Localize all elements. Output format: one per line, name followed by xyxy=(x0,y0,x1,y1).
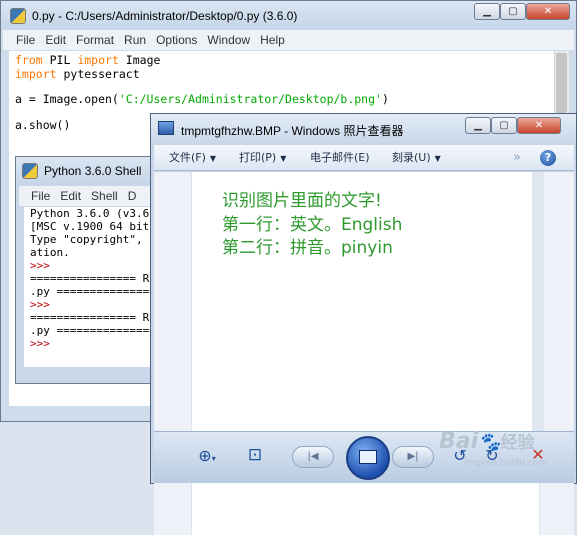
menu-format[interactable]: Format xyxy=(71,30,119,50)
shell-output[interactable]: Python 3.6.0 (v3.6 [MSC v.1900 64 bit Ty… xyxy=(24,207,165,367)
python-shell-icon xyxy=(22,163,38,179)
previous-button[interactable]: |◀ xyxy=(292,446,334,468)
baidu-watermark: Bai🐾经验 xyxy=(439,429,535,454)
editor-titlebar[interactable]: 0.py - C:/Users/Administrator/Desktop/0.… xyxy=(1,1,576,30)
slideshow-icon xyxy=(359,450,377,464)
shell-line: ation. xyxy=(30,246,70,259)
code-line: import pytesseract xyxy=(15,67,140,81)
chevron-down-icon: ▼ xyxy=(280,154,287,163)
editor-title: 0.py - C:/Users/Administrator/Desktop/0.… xyxy=(32,9,298,23)
zoom-icon[interactable]: ⊕▾ xyxy=(190,446,224,465)
image-text-line: 第一行：英文。English xyxy=(222,215,403,235)
code-line: from PIL import Image xyxy=(15,53,161,67)
shell-menu-shell[interactable]: Shell xyxy=(86,186,123,206)
slideshow-button[interactable] xyxy=(346,436,390,480)
menu-email[interactable]: 电子邮件(E) xyxy=(310,145,370,171)
shell-prompt: >>> xyxy=(30,259,57,272)
image-text-line: 识别图片里面的文字! xyxy=(222,191,382,211)
close-button[interactable]: ✕ xyxy=(517,117,561,134)
menu-help[interactable]: Help xyxy=(255,30,290,50)
viewer-toolbar: 文件(F) ▼ 打印(P) ▼ 电子邮件(E) 刻录(U) ▼ » ? xyxy=(154,145,574,171)
shell-menu-edit[interactable]: Edit xyxy=(55,186,86,206)
close-button[interactable]: ✕ xyxy=(526,3,570,20)
next-button[interactable]: ▶| xyxy=(392,446,434,468)
menu-print[interactable]: 打印(P) ▼ xyxy=(239,145,286,172)
actual-size-icon[interactable]: ⊡ xyxy=(244,445,266,465)
viewer-title: tmpmtgfhzhw.BMP - Windows 照片查看器 xyxy=(181,124,404,138)
shell-prompt: >>> xyxy=(30,298,57,311)
menu-window[interactable]: Window xyxy=(202,30,255,50)
shell-line: .py =============== xyxy=(30,324,156,337)
shell-line: Python 3.6.0 (v3.6 xyxy=(30,207,150,220)
chevron-down-icon: ▼ xyxy=(434,154,441,163)
shell-line: ================ R xyxy=(30,311,150,324)
minimize-button[interactable]: ▁ xyxy=(465,117,491,134)
maximize-button[interactable]: ▢ xyxy=(491,117,517,134)
viewer-titlebar[interactable]: tmpmtgfhzhw.BMP - Windows 照片查看器 ▁ ▢ ✕ xyxy=(151,114,576,144)
shell-title: Python 3.6.0 Shell xyxy=(44,164,142,178)
shell-titlebar[interactable]: Python 3.6.0 Shell xyxy=(16,157,164,185)
menu-options[interactable]: Options xyxy=(151,30,202,50)
python-file-icon xyxy=(10,8,26,24)
more-chevron-icon[interactable]: » xyxy=(513,145,521,171)
viewer-scrollbar[interactable] xyxy=(532,172,544,432)
menu-edit[interactable]: Edit xyxy=(40,30,71,50)
shell-line: .py =============== xyxy=(30,285,156,298)
editor-scrollbar-thumb[interactable] xyxy=(556,53,567,113)
shell-menu-file[interactable]: File xyxy=(26,186,55,206)
menu-burn[interactable]: 刻录(U) ▼ xyxy=(392,145,441,172)
shell-line: ================ R xyxy=(30,272,150,285)
shell-line: [MSC v.1900 64 bit xyxy=(30,220,150,233)
baidu-watermark-url: jingyan.baidu.com xyxy=(464,458,548,468)
chevron-down-icon: ▼ xyxy=(209,154,217,163)
menu-file[interactable]: File xyxy=(11,30,40,50)
help-icon[interactable]: ? xyxy=(540,150,556,166)
shell-line: Type "copyright", " xyxy=(30,233,156,246)
maximize-button[interactable]: ▢ xyxy=(500,3,526,20)
shell-prompt: >>> xyxy=(30,337,57,350)
menu-run[interactable]: Run xyxy=(119,30,151,50)
menu-file[interactable]: 文件(F) ▼ xyxy=(169,145,216,172)
code-line: a = Image.open('C:/Users/Administrator/D… xyxy=(15,92,389,106)
photo-viewer-icon xyxy=(158,121,174,135)
code-line: a.show() xyxy=(15,118,71,132)
editor-menubar: File Edit Format Run Options Window Help xyxy=(3,30,574,50)
minimize-button[interactable]: ▁ xyxy=(474,3,500,20)
image-text-line: 第二行：拼音。pinyin xyxy=(222,238,393,258)
shell-menubar: File Edit Shell D xyxy=(19,186,162,206)
shell-menu-debug[interactable]: D xyxy=(123,186,142,206)
shell-window: Python 3.6.0 Shell File Edit Shell D Python… xyxy=(15,156,165,384)
